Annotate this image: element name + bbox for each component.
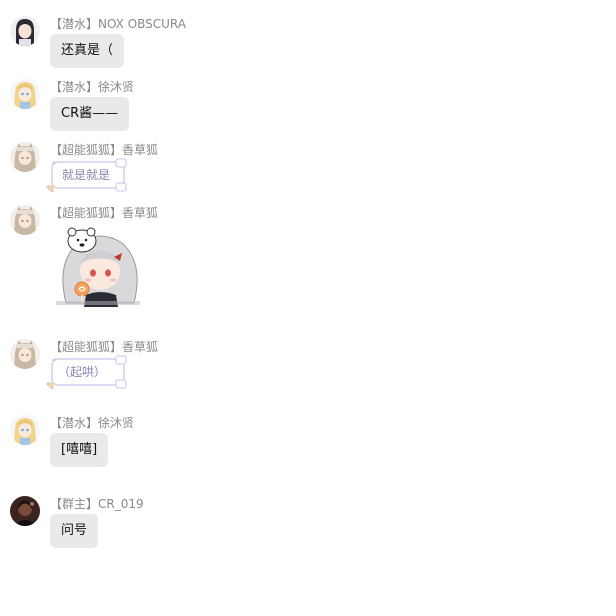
sender-nickname: 【超能狐狐】香草狐 — [50, 206, 159, 220]
sender-nickname: 【群主】CR_019 — [50, 497, 144, 511]
chibi-sticker-icon — [56, 227, 140, 307]
decorated-bubble: 就是就是 — [46, 158, 130, 192]
message-bubble: 还真是（ — [50, 34, 125, 68]
user-avatar[interactable] — [10, 142, 40, 172]
user-avatar[interactable] — [10, 496, 40, 526]
sender-nickname: 【潜水】NOX OBSCURA — [50, 17, 186, 31]
user-avatar[interactable] — [10, 16, 40, 46]
decorated-bubble: （起哄） — [46, 355, 128, 389]
sender-nickname: 【超能狐狐】香草狐 — [50, 340, 159, 354]
sticker-image[interactable] — [52, 223, 144, 307]
user-avatar[interactable] — [10, 415, 40, 445]
message-bubble: [嘻嘻] — [50, 433, 109, 467]
avatar-blonde-girl-icon — [10, 79, 40, 109]
user-avatar[interactable] — [10, 79, 40, 109]
avatar-fox-girl-icon — [10, 142, 40, 172]
message-text: 就是就是 — [62, 168, 111, 182]
message-bubble: CR酱—— — [50, 97, 130, 131]
sender-nickname: 【潜水】徐沐贤 — [50, 416, 135, 430]
sender-nickname: 【超能狐狐】香草狐 — [50, 143, 159, 157]
avatar-blonde-girl-icon — [10, 415, 40, 445]
user-avatar[interactable] — [10, 339, 40, 369]
sender-nickname: 【潜水】徐沐贤 — [50, 80, 135, 94]
avatar-fox-girl-icon — [10, 205, 40, 235]
avatar-dark-portrait-icon — [10, 496, 40, 526]
avatar-dark-hair-girl-icon — [10, 16, 40, 46]
user-avatar[interactable] — [10, 205, 40, 235]
message-bubble: 问号 — [50, 514, 99, 548]
avatar-fox-girl-icon — [10, 339, 40, 369]
message-text: （起哄） — [58, 365, 107, 379]
